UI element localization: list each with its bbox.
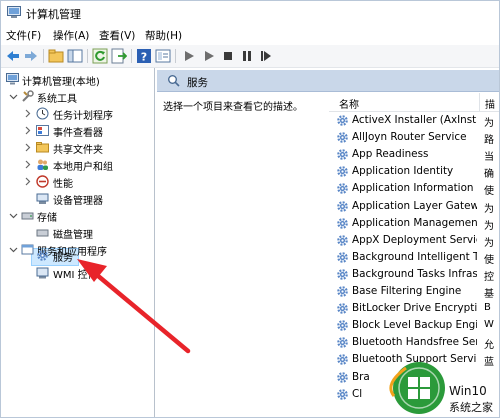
watermark-brand: Win10 <box>449 384 487 398</box>
watermark-subtitle: 系统之家 <box>449 401 493 414</box>
computer-management-window: 计算机管理 文件(F) 操作(A) 查看(V) 帮助(H) ? 计算机管理(本地… <box>0 0 500 418</box>
